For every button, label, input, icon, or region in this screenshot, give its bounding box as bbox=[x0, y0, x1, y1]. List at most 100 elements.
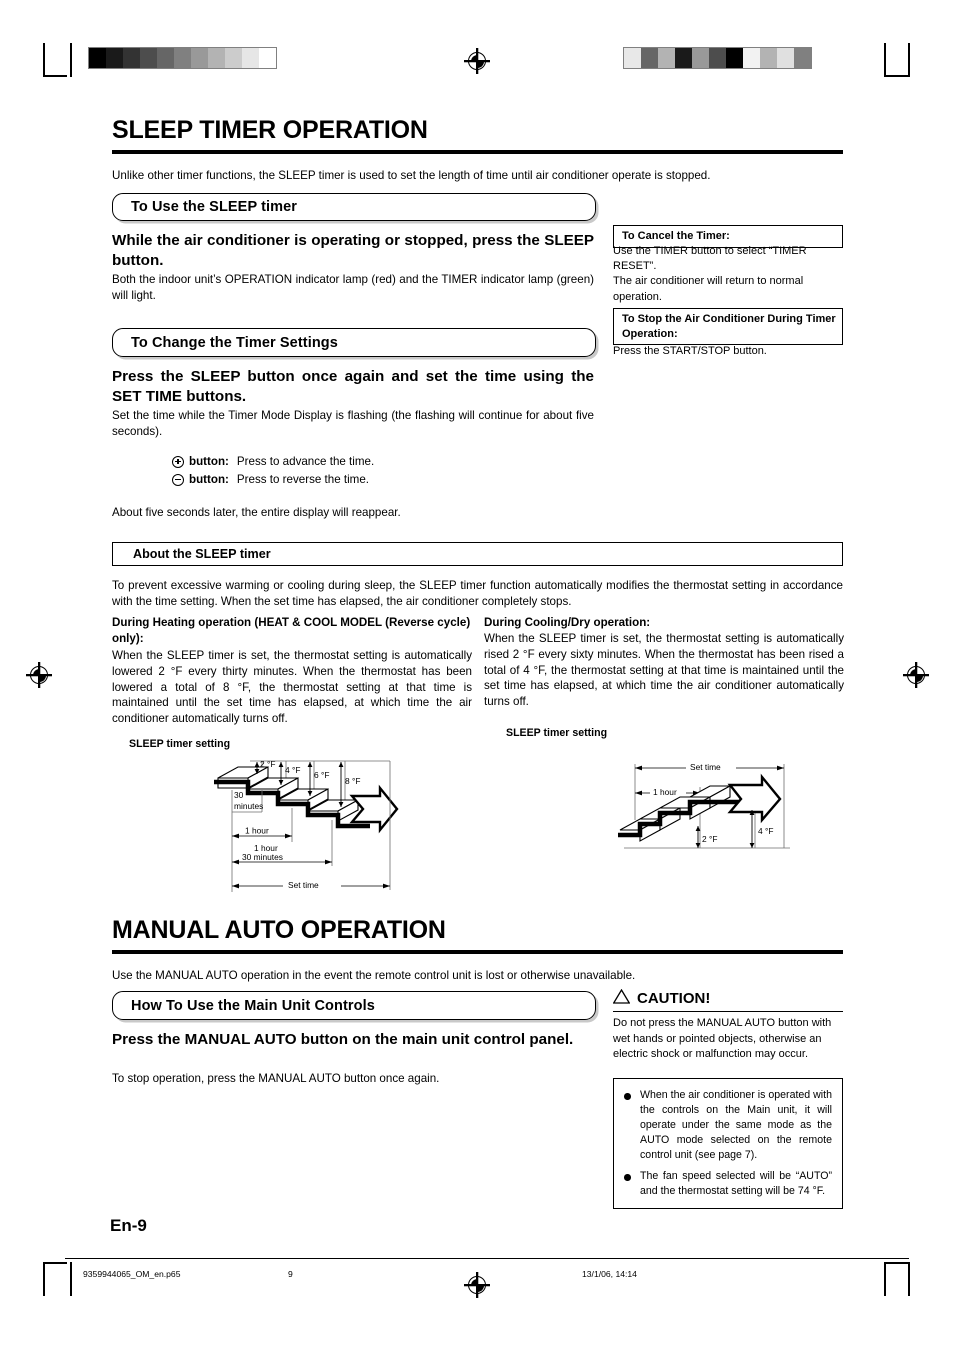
list-item: The fan speed selected will be “AUTO” an… bbox=[623, 1169, 832, 1199]
crop-mark-top-left-h bbox=[43, 75, 67, 77]
page-title-sleep-timer: SLEEP TIMER OPERATION bbox=[112, 116, 428, 144]
list-item: When the air conditioner is operated wit… bbox=[623, 1088, 832, 1163]
section-bar-about-sleep-timer-label: About the SLEEP timer bbox=[133, 547, 271, 561]
diagram-cooling-step-0: 2 °F bbox=[702, 834, 717, 844]
section-bar-use-sleep-timer-label: To Use the SLEEP timer bbox=[131, 199, 298, 215]
registration-mark-left bbox=[26, 662, 52, 688]
crop-mark-bottom-left-v2 bbox=[70, 1262, 72, 1296]
color-swatch bbox=[208, 48, 225, 68]
diagram-heating-interval-line2: minutes bbox=[234, 801, 263, 811]
crop-mark-bottom-left-h bbox=[43, 1262, 67, 1264]
diagram-heating-caption: SLEEP timer setting bbox=[129, 738, 231, 750]
diagram-cooling-dim-top: Set time bbox=[690, 762, 721, 772]
crop-mark-bottom-left-v bbox=[43, 1262, 45, 1296]
diagram-heating-step-1: 4 °F bbox=[285, 765, 300, 775]
color-swatch bbox=[692, 48, 709, 68]
sidebox-stop-during-timer-title: To Stop the Air Conditioner During Timer… bbox=[613, 308, 843, 346]
registration-mark-right bbox=[903, 662, 929, 688]
lead-press-manual-auto: Press the MANUAL AUTO button on the main… bbox=[112, 1031, 574, 1048]
lead-press-sleep-again: Press the SLEEP button once again and se… bbox=[112, 368, 594, 406]
section-bar-main-unit-controls-label: How To Use the Main Unit Controls bbox=[131, 997, 375, 1014]
footer-file-name: 9359944065_OM_en.p65 bbox=[83, 1269, 181, 1279]
diagram-heating-step-2: 6 °F bbox=[314, 770, 329, 780]
minus-button-icon bbox=[172, 473, 184, 486]
registration-mark-bottom bbox=[464, 1272, 490, 1298]
diagram-heating-step-0: 2 °F bbox=[260, 759, 275, 769]
caution-heading: CAUTION! bbox=[612, 988, 711, 1008]
plus-button-label: button: bbox=[189, 455, 229, 468]
manual-auto-intro: Use the MANUAL AUTO operation in the eve… bbox=[112, 969, 636, 982]
crop-mark-bottom-right-h bbox=[886, 1262, 910, 1264]
body-during-heating: When the SLEEP timer is set, the thermos… bbox=[112, 649, 472, 726]
minus-button-description: Press to reverse the time. bbox=[236, 473, 370, 486]
page-title-manual-auto: MANUAL AUTO OPERATION bbox=[112, 916, 446, 944]
crop-mark-top-left-v2 bbox=[70, 43, 72, 77]
color-swatch bbox=[794, 48, 811, 68]
diagram-heating: 2 °F 4 °F 6 °F 8 °F 30 minutes 1 hour 1 … bbox=[214, 759, 399, 892]
heading-during-heating: During Heating operation (HEAT & COOL MO… bbox=[112, 616, 471, 645]
caution-heading-label: CAUTION! bbox=[637, 990, 711, 1007]
crop-mark-top-right-h bbox=[886, 75, 910, 77]
color-swatch bbox=[174, 48, 191, 68]
color-swatch bbox=[259, 48, 276, 68]
crop-mark-bottom-right-v bbox=[884, 1262, 886, 1296]
minus-button-row: button: Press to reverse the time. bbox=[172, 473, 369, 486]
diagram-heating-dim2-line2: 30 minutes bbox=[242, 852, 283, 862]
diagram-heating-step-3: 8 °F bbox=[345, 776, 360, 786]
diagram-heating-dim3: Set time bbox=[288, 880, 319, 890]
registration-mark-top bbox=[464, 48, 490, 74]
section-bar-use-sleep-timer: To Use the SLEEP timer bbox=[112, 193, 596, 221]
diagram-heating-interval-line1: 30 bbox=[234, 790, 244, 800]
section-bar-change-timer-settings: To Change the Timer Settings bbox=[112, 328, 596, 357]
color-swatch bbox=[225, 48, 242, 68]
page-number-label: En-9 bbox=[110, 1216, 147, 1235]
footer-page-number: 9 bbox=[288, 1269, 293, 1279]
section-bar-change-timer-settings-label: To Change the Timer Settings bbox=[131, 334, 338, 351]
footer-rule bbox=[65, 1258, 909, 1259]
sidebox-cancel-timer-body: Use the TIMER button to select “TIMER RE… bbox=[613, 244, 845, 305]
color-swatch bbox=[709, 48, 726, 68]
color-bar-right bbox=[623, 47, 812, 69]
color-swatch bbox=[726, 48, 743, 68]
crop-mark-bottom-right-v2 bbox=[908, 1262, 910, 1296]
diagram-cooling-step-1: 4 °F bbox=[758, 826, 773, 836]
body-display-reappear: About five seconds later, the entire dis… bbox=[112, 506, 401, 519]
color-swatch bbox=[760, 48, 777, 68]
footer-timestamp: 13/1/06, 14:14 bbox=[582, 1269, 637, 1279]
color-swatch bbox=[658, 48, 675, 68]
diagram-cooling-dim-mid: 1 hour bbox=[653, 787, 677, 797]
color-swatch bbox=[675, 48, 692, 68]
notice-box: When the air conditioner is operated wit… bbox=[613, 1078, 843, 1210]
body-indicator-lamps: Both the indoor unit’s OPERATION indicat… bbox=[112, 273, 594, 302]
crop-mark-top-right-v bbox=[884, 43, 886, 77]
about-intro: To prevent excessive warming or cooling … bbox=[112, 579, 843, 608]
plus-button-description: Press to advance the time. bbox=[236, 455, 375, 468]
sidebox-stop-during-timer-body: Press the START/STOP button. bbox=[613, 345, 767, 357]
diagram-cooling-caption: SLEEP timer setting bbox=[506, 727, 608, 739]
lead-press-sleep-button: While the air conditioner is operating o… bbox=[112, 232, 594, 270]
diagram-heating-dim1: 1 hour bbox=[245, 826, 269, 836]
color-swatch bbox=[777, 48, 794, 68]
section-bar-about-sleep-timer: About the SLEEP timer bbox=[112, 542, 843, 566]
minus-button-label: button: bbox=[189, 473, 229, 486]
title-rule-manual-auto bbox=[112, 950, 843, 954]
sleep-timer-intro: Unlike other timer functions, the SLEEP … bbox=[112, 169, 711, 182]
sidebox-cancel-timer-line: Use the TIMER button to select “TIMER RE… bbox=[613, 245, 807, 303]
color-swatch bbox=[106, 48, 123, 68]
crop-mark-top-left-v bbox=[43, 43, 45, 77]
title-rule-sleep-timer bbox=[112, 150, 843, 154]
warning-triangle-icon bbox=[612, 988, 631, 1008]
caution-body: Do not press the MANUAL AUTO button with… bbox=[613, 1017, 832, 1061]
diagram-cooling: Set time 1 hour 2 °F 4 °F bbox=[618, 761, 790, 849]
plus-button-icon bbox=[172, 455, 184, 468]
color-swatch bbox=[624, 48, 641, 68]
body-during-cooling: When the SLEEP timer is set, the thermos… bbox=[484, 632, 844, 709]
crop-mark-top-right-v2 bbox=[908, 43, 910, 77]
body-set-time-flashing: Set the time while the Timer Mode Displa… bbox=[112, 409, 594, 438]
plus-button-row: button: Press to advance the time. bbox=[172, 455, 374, 468]
notice-list: When the air conditioner is operated wit… bbox=[623, 1088, 832, 1199]
color-swatch bbox=[140, 48, 157, 68]
caution-rule bbox=[613, 1011, 843, 1013]
body-stop-operation: To stop operation, press the MANUAL AUTO… bbox=[112, 1072, 440, 1085]
color-bar-left bbox=[88, 47, 277, 69]
